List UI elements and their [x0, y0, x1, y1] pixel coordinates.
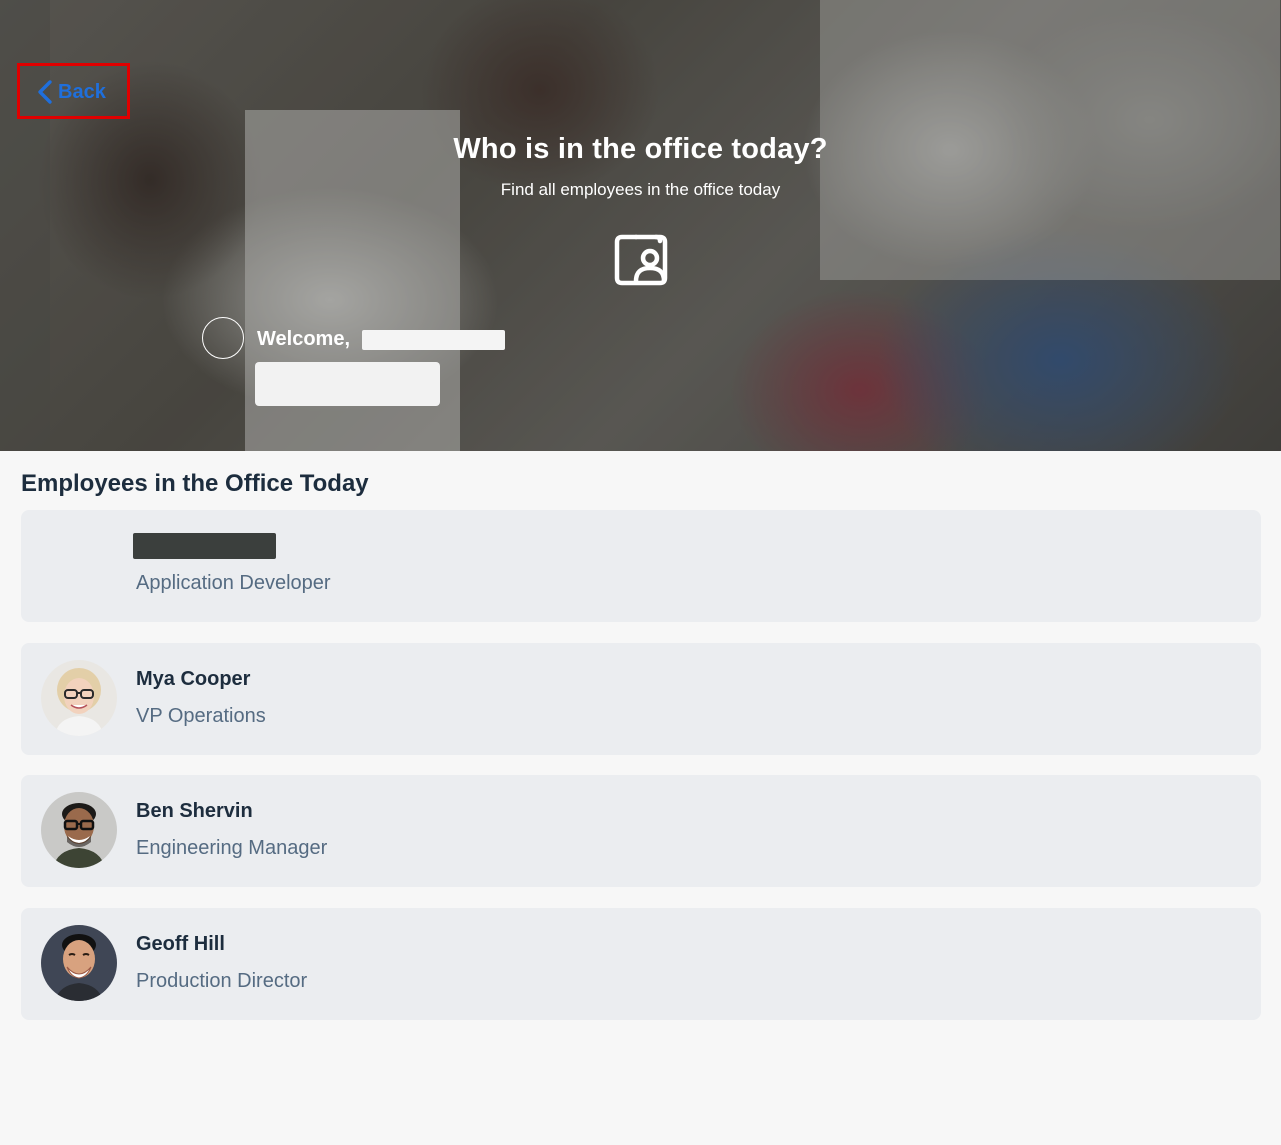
contact-card-icon	[614, 234, 668, 286]
back-button[interactable]: Back	[36, 77, 106, 107]
hero-content: Back Who is in the office today? Find al…	[0, 0, 1281, 1145]
user-avatar[interactable]	[202, 317, 244, 359]
welcome-label: Welcome,	[257, 328, 350, 350]
page-title: Who is in the office today?	[453, 133, 828, 165]
back-button-label: Back	[58, 80, 106, 103]
user-detail-redacted	[255, 362, 440, 406]
user-name-redacted	[362, 330, 505, 350]
page: Back Who is in the office today? Find al…	[0, 0, 1281, 1145]
page-subtitle: Find all employees in the office today	[500, 180, 781, 199]
chevron-left-icon	[38, 80, 52, 104]
